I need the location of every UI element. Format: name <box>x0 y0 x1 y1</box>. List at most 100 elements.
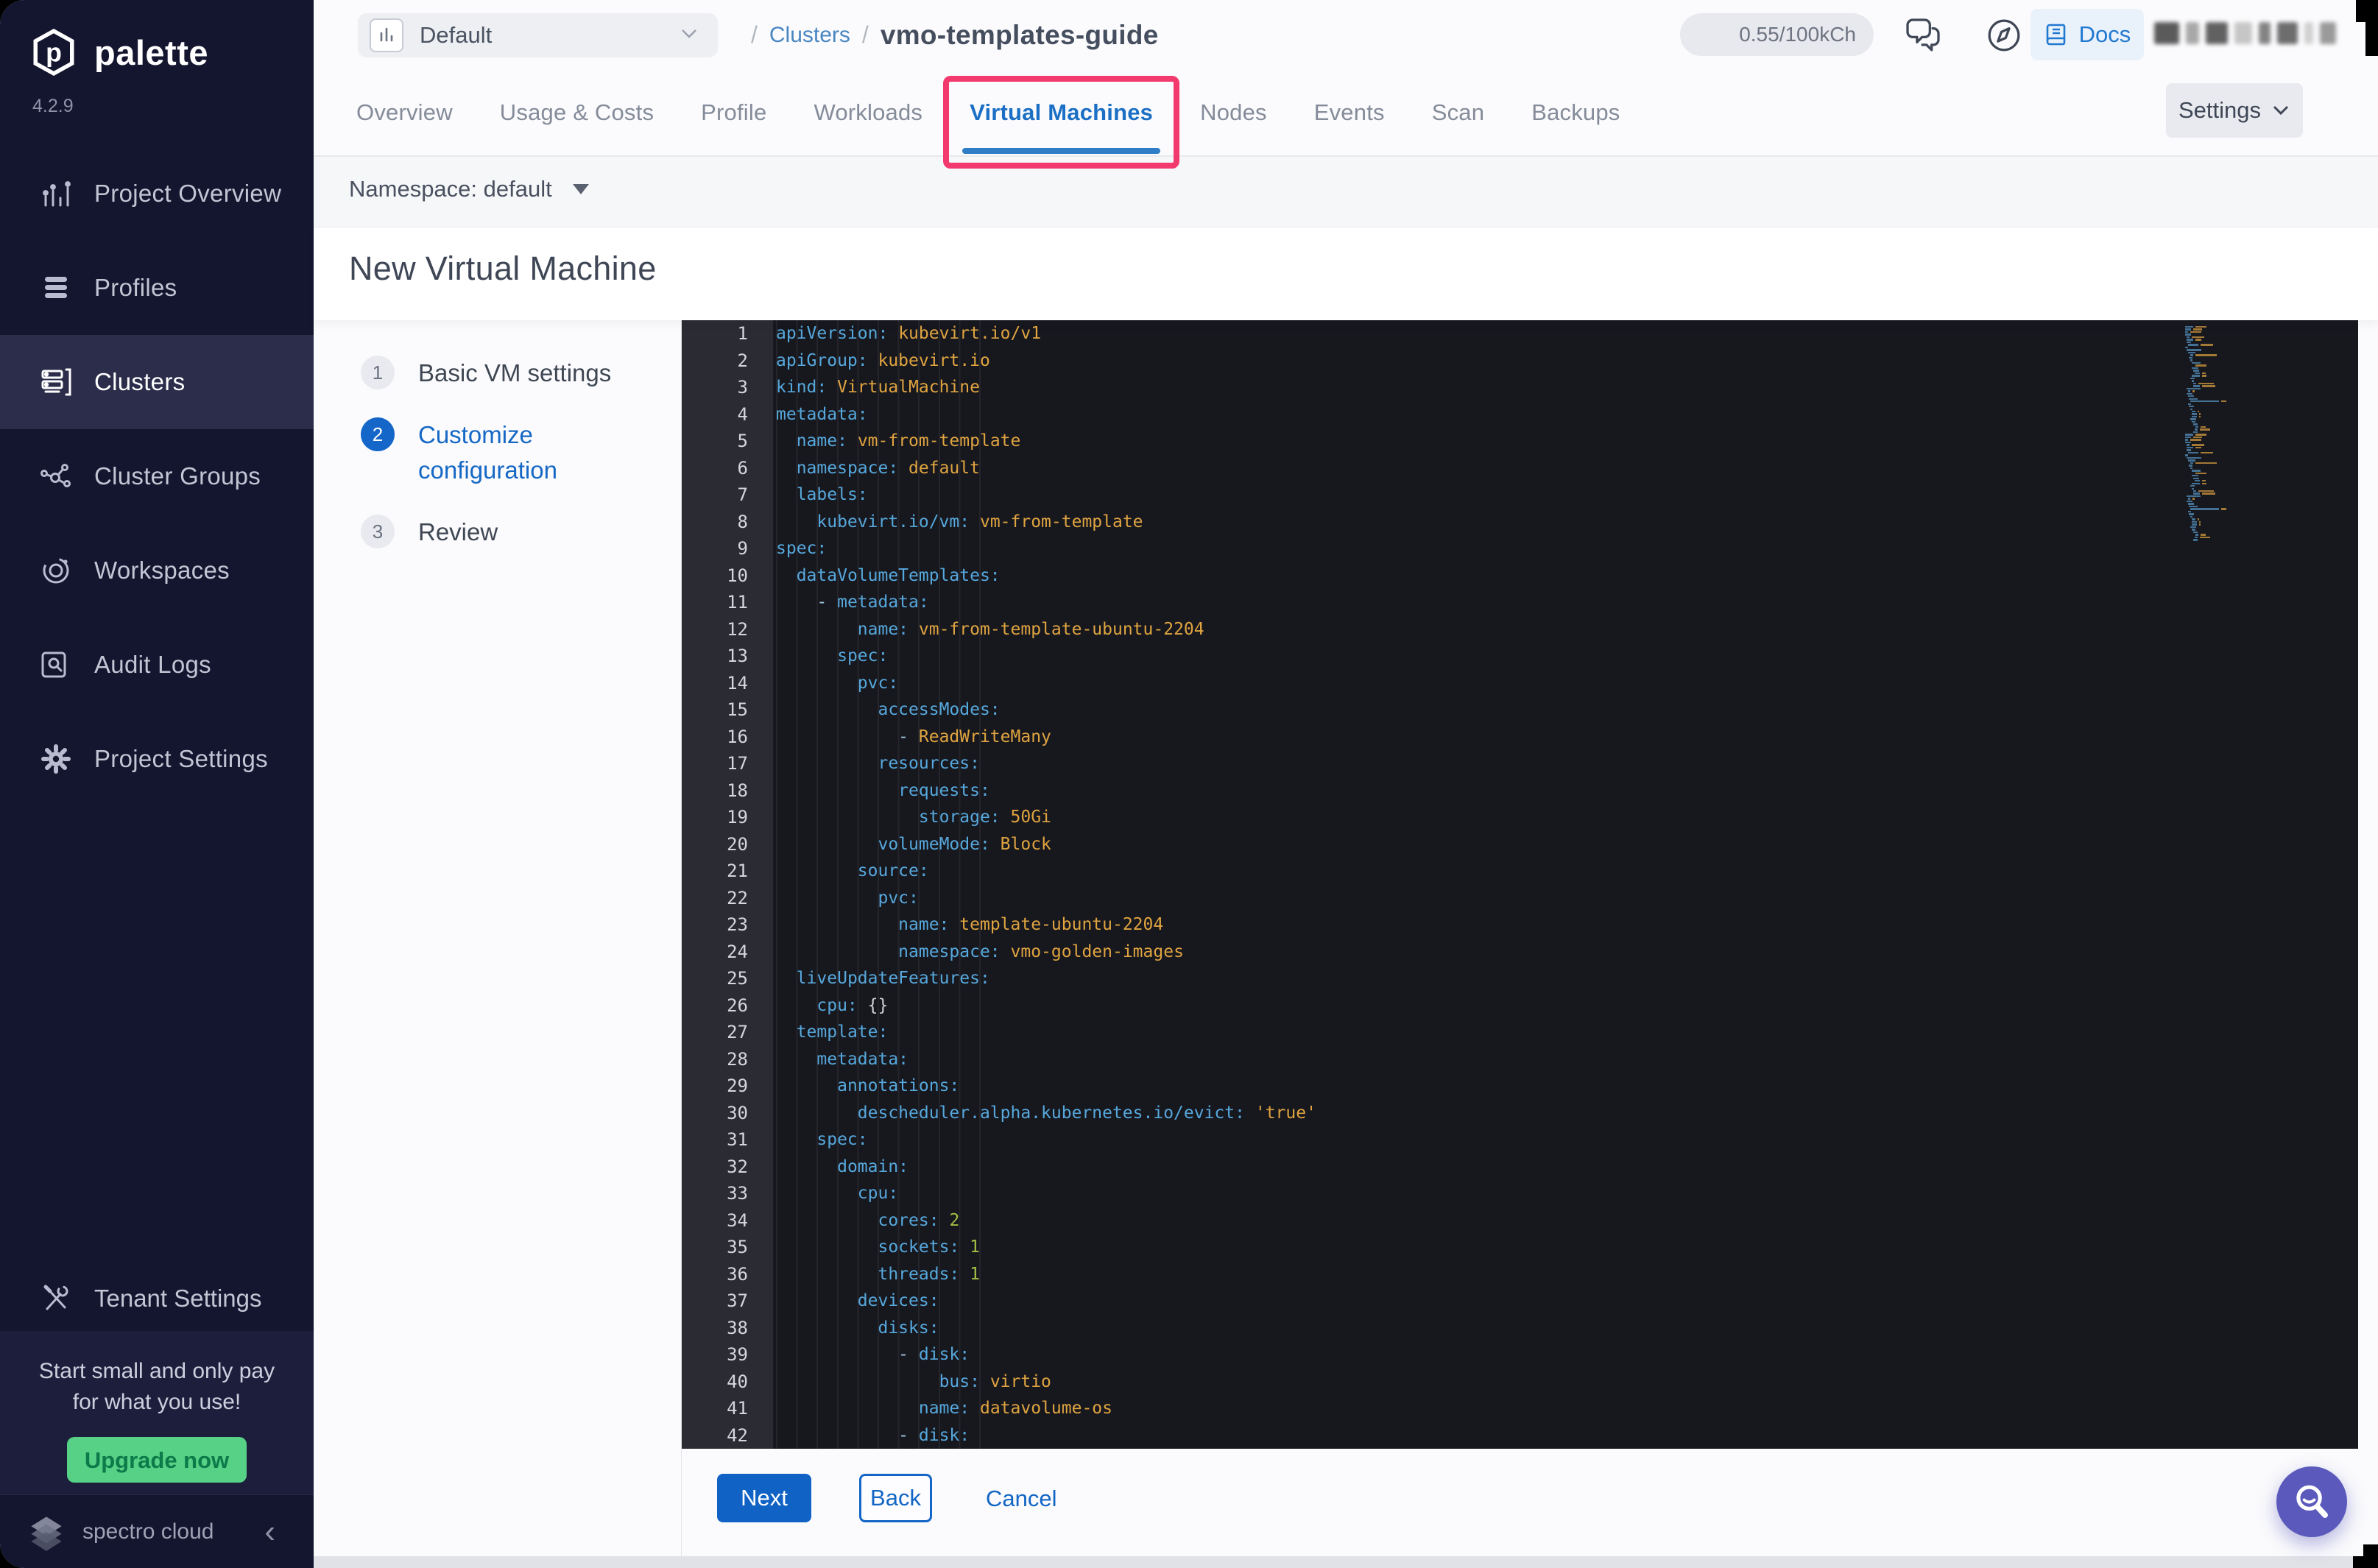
wizard-step-1[interactable]: 1 Basic VM settings <box>361 356 681 391</box>
app-version: 4.2.9 <box>32 96 74 116</box>
line-number: 8 <box>682 508 773 535</box>
breadcrumb-separator: / <box>751 21 758 48</box>
tab-backups[interactable]: Backups <box>1531 70 1620 155</box>
code-line: 34 cores: 2 <box>682 1207 2358 1234</box>
chat-icon[interactable] <box>1902 15 1944 56</box>
topbar: Default / Clusters / vmo-templates-guide… <box>314 0 2378 70</box>
code-line: 12 name: vm-from-template-ubuntu-2204 <box>682 615 2358 643</box>
tab-profile[interactable]: Profile <box>701 70 766 155</box>
tab-label: Nodes <box>1200 99 1267 125</box>
line-content: apiVersion: kubevirt.io/v1 <box>776 324 1042 343</box>
step-label: Basic VM settings <box>418 359 612 386</box>
cancel-button[interactable]: Cancel <box>981 1474 1062 1522</box>
line-content: metadata: <box>776 404 868 424</box>
code-line: 32 domain: <box>682 1153 2358 1180</box>
line-content: metadata: <box>816 1049 909 1069</box>
code-line: 18 requests: <box>682 777 2358 804</box>
next-button[interactable]: Next <box>717 1474 811 1522</box>
line-number: 20 <box>682 830 773 858</box>
code-line: 37 devices: <box>682 1288 2358 1315</box>
code-line: 7 labels: <box>682 481 2358 509</box>
breadcrumb-link-clusters[interactable]: Clusters <box>769 23 850 48</box>
yaml-editor[interactable]: 1 apiVersion: kubevirt.io/v1 2 apiGroup: ku… <box>682 320 2358 1449</box>
line-number: 18 <box>682 777 773 804</box>
caret-down-icon <box>572 184 589 194</box>
wizard-step-2[interactable]: 2 Customize configuration <box>361 417 681 488</box>
code-line: 6 namespace: default <box>682 454 2358 481</box>
line-number: 28 <box>682 1045 773 1073</box>
line-content: name: vm-from-template-ubuntu-2204 <box>857 619 1204 639</box>
line-content: spec: <box>816 1130 868 1149</box>
docs-button[interactable]: Docs <box>2031 9 2144 60</box>
tab-usage-costs[interactable]: Usage & Costs <box>500 70 654 155</box>
sidebar-item-audit-logs[interactable]: Audit Logs <box>0 618 314 712</box>
tab-scan[interactable]: Scan <box>1432 70 1484 155</box>
line-number: 29 <box>682 1073 773 1100</box>
settings-button[interactable]: Settings <box>2166 83 2303 138</box>
sidebar-item-project-settings[interactable]: Project Settings <box>0 712 314 806</box>
settings-label: Settings <box>2178 97 2261 123</box>
tab-label: Usage & Costs <box>499 99 655 125</box>
line-content: name: template-ubuntu-2204 <box>898 915 1164 934</box>
code-line: 42 - disk: <box>682 1422 2358 1449</box>
tab-overview[interactable]: Overview <box>356 70 453 155</box>
sidebar-footer: spectro cloud ‹ <box>0 1494 314 1568</box>
breadcrumb: / Clusters / vmo-templates-guide <box>739 0 1159 70</box>
sidebar-item-cluster-groups[interactable]: Cluster Groups <box>0 429 314 523</box>
line-number: 7 <box>682 481 773 509</box>
redaction-block <box>2277 22 2298 44</box>
project-selector[interactable]: Default <box>358 13 718 57</box>
corner-artifact <box>2365 19 2378 56</box>
code-line: 40 bus: virtio <box>682 1368 2358 1395</box>
line-content: devices: <box>857 1291 939 1310</box>
line-content: pvc: <box>857 673 899 693</box>
line-number: 38 <box>682 1314 773 1341</box>
line-content: labels: <box>796 485 868 504</box>
code-line: 25 liveUpdateFeatures: <box>682 965 2358 992</box>
redacted-user-info <box>2154 22 2336 44</box>
tab-label: Backups <box>1531 99 1620 125</box>
code-line: 24 namespace: vmo-golden-images <box>682 938 2358 965</box>
bar-chart-icon <box>38 176 74 211</box>
line-number: 40 <box>682 1368 773 1395</box>
sidebar-item-workspaces[interactable]: Workspaces <box>0 523 314 618</box>
sidebar-item-tenant-settings[interactable]: Tenant Settings <box>0 1266 314 1331</box>
line-content: spec: <box>837 646 889 665</box>
tab-events[interactable]: Events <box>1314 70 1385 155</box>
line-number: 23 <box>682 911 773 939</box>
line-content: source: <box>857 861 929 880</box>
line-number: 30 <box>682 1099 773 1126</box>
sidebar-item-project-overview[interactable]: Project Overview <box>0 146 314 241</box>
code-line: 15 accessModes: <box>682 696 2358 724</box>
cluster-tabs-row: Overview Usage & Costs Profile Workloads Vir… <box>314 70 2378 169</box>
compass-icon[interactable] <box>1983 15 2025 56</box>
server-icon <box>38 364 74 400</box>
wizard-step-3[interactable]: 3 Review <box>361 515 681 550</box>
line-content: volumeMode: Block <box>878 834 1051 854</box>
tab-virtual-machines[interactable]: Virtual Machines <box>943 70 1180 169</box>
line-content: - disk: <box>898 1345 970 1364</box>
tab-workloads[interactable]: Workloads <box>814 70 922 155</box>
sidebar-item-clusters[interactable]: Clusters <box>0 335 314 429</box>
upgrade-now-button[interactable]: Upgrade now <box>67 1437 247 1483</box>
collapse-sidebar-icon[interactable]: ‹ <box>264 1515 275 1548</box>
sidebar-item-profiles[interactable]: Profiles <box>0 241 314 335</box>
sidebar: p palette 4.2.9 Project Overview Profiles… <box>0 0 314 1568</box>
line-number: 10 <box>682 562 773 589</box>
tab-nodes[interactable]: Nodes <box>1200 70 1267 155</box>
namespace-dropdown[interactable]: Namespace: default <box>349 176 589 202</box>
code-line: 33 cpu: <box>682 1180 2358 1207</box>
sidebar-item-label: Project Settings <box>94 745 268 772</box>
search-assistant-fab[interactable] <box>2276 1466 2347 1537</box>
back-button[interactable]: Back <box>859 1474 932 1522</box>
code-line: 31 spec: <box>682 1126 2358 1154</box>
editor-minimap[interactable] <box>2185 326 2271 542</box>
sidebar-item-label: Audit Logs <box>94 651 211 678</box>
line-content: - metadata: <box>816 593 929 612</box>
redaction-block <box>2234 22 2252 44</box>
line-number: 15 <box>682 696 773 724</box>
line-number: 13 <box>682 643 773 670</box>
line-number: 27 <box>682 1019 773 1046</box>
upsell-text: Start small and only pay for what you us… <box>38 1359 275 1414</box>
line-number: 34 <box>682 1207 773 1234</box>
